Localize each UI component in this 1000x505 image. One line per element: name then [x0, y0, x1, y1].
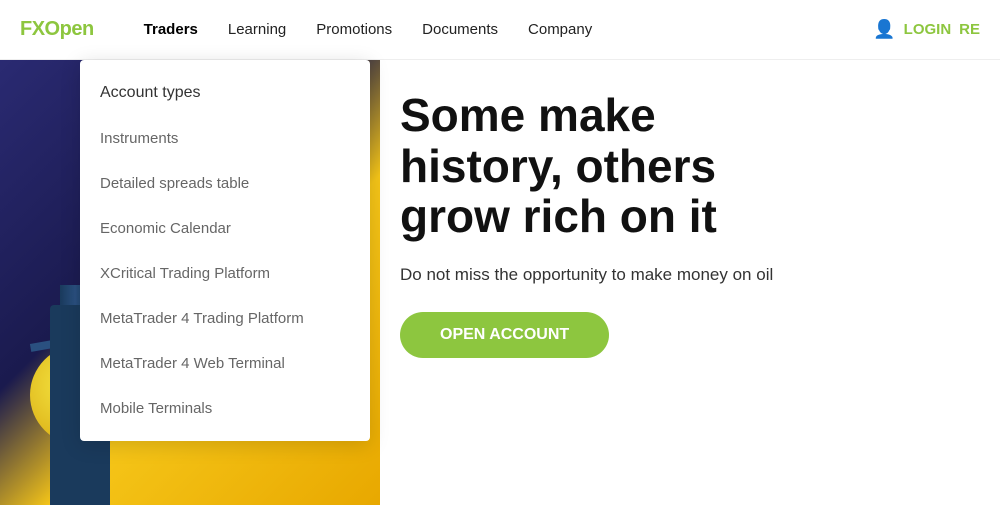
login-icon: 👤 — [873, 19, 895, 40]
dropdown-item-mt4[interactable]: MetaTrader 4 Trading Platform — [80, 296, 370, 341]
logo: FXOpen — [20, 18, 94, 41]
nav-item-learning[interactable]: Learning — [228, 13, 286, 46]
dropdown-item-mobile[interactable]: Mobile Terminals — [80, 386, 370, 431]
nav-item-promotions[interactable]: Promotions — [316, 13, 392, 46]
hero-cta-button[interactable]: OPEN ACCOUNT — [400, 312, 609, 358]
dropdown-item-mt4-web[interactable]: MetaTrader 4 Web Terminal — [80, 341, 370, 386]
nav-item-company[interactable]: Company — [528, 13, 592, 46]
dropdown-item-detailed-spreads[interactable]: Detailed spreads table — [80, 161, 370, 206]
login-button[interactable]: LOGIN — [904, 21, 952, 38]
nav-left: FXOpen Traders Learning Promotions Docum… — [20, 13, 592, 46]
nav-item-documents[interactable]: Documents — [422, 13, 498, 46]
nav-right: 👤 LOGIN RE — [873, 19, 980, 40]
hero-subtext: Do not miss the opportunity to make mone… — [400, 262, 1000, 288]
hero-heading: Some make history, others grow rich on i… — [400, 90, 800, 242]
register-button[interactable]: RE — [959, 21, 980, 38]
hero-text: Some make history, others grow rich on i… — [380, 90, 1000, 358]
traders-dropdown: Account types Instruments Detailed sprea… — [80, 60, 370, 441]
dropdown-item-xcritical[interactable]: XCritical Trading Platform — [80, 251, 370, 296]
dropdown-item-instruments[interactable]: Instruments — [80, 116, 370, 161]
nav-item-traders[interactable]: Traders — [144, 13, 198, 46]
dropdown-item-economic-calendar[interactable]: Economic Calendar — [80, 206, 370, 251]
dropdown-item-account-types[interactable]: Account types — [80, 70, 370, 116]
header: FXOpen Traders Learning Promotions Docum… — [0, 0, 1000, 60]
